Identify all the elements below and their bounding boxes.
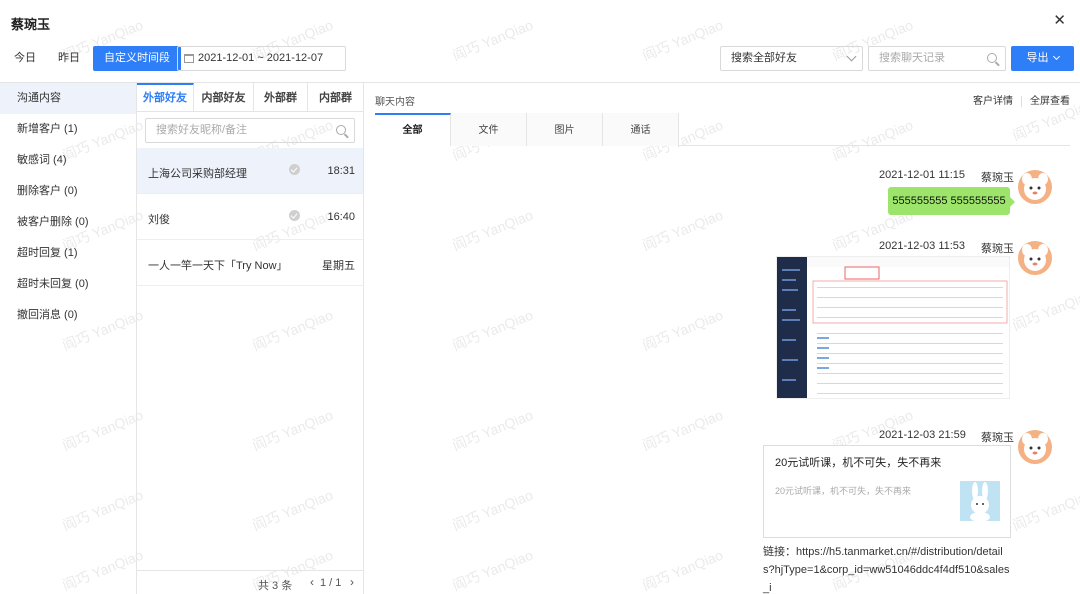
message-bubble: 555555555 555555555 [888,187,1015,215]
contact-time: 16:40 [327,211,355,223]
tab-external-friends[interactable]: 外部好友 [137,83,194,112]
date-range-picker[interactable]: 2021-12-01 ~ 2021-12-07 [177,46,346,71]
menu-item-deleted-customers[interactable]: 删除客户 (0) [0,176,136,207]
check-circle-icon [289,210,300,221]
card-description: 20元试听课，机不可失，失不再来 [775,486,912,496]
next-page-icon[interactable]: › [350,575,354,589]
separator [1021,95,1022,107]
contact-time: 星期五 [322,260,355,272]
date-range-value: 2021-12-01 ~ 2021-12-07 [198,52,324,64]
menu-item-sensitive-words[interactable]: 敏感词 (4) [0,145,136,176]
search-icon [987,53,997,63]
contact-name: 一人一竿一天下「Try Now」 [148,260,288,272]
menu-item-recalled-messages[interactable]: 撤回消息 (0) [0,300,136,331]
friend-search-placeholder: 搜索好友昵称/备注 [156,124,248,136]
message-time: 2021-12-01 11:15 [879,169,966,181]
menu-item-communication[interactable]: 沟通内容 [0,83,136,114]
menu-item-timeout-reply[interactable]: 超时回复 (1) [0,238,136,269]
link-card[interactable]: 20元试听课，机不可失，失不再来 20元试听课，机不可失，失不再来 [763,445,1011,538]
message-sender: 蔡琬玉 [981,432,1014,444]
calendar-icon [184,54,194,63]
contact-panel: 外部好友 内部好友 外部群 内部群 搜索好友昵称/备注 上海公司采购部经理 18… [137,83,364,594]
friend-select-value: 搜索全部好友 [731,52,797,64]
friend-select[interactable]: 搜索全部好友 [720,46,863,71]
tab-calls[interactable]: 通话 [603,113,679,146]
chat-actions: 客户详情 全屏查看 [973,92,1070,107]
customer-detail-link[interactable]: 客户详情 [973,96,1013,107]
chat-search-placeholder: 搜索聊天记录 [879,52,945,64]
menu-item-new-customers[interactable]: 新增客户 (1) [0,114,136,145]
message-sender: 蔡琬玉 [981,172,1014,184]
left-menu: 沟通内容 新增客户 (1) 敏感词 (4) 删除客户 (0) 被客户删除 (0)… [0,83,137,594]
contact-name: 上海公司采购部经理 [148,168,247,180]
friend-search-input[interactable]: 搜索好友昵称/备注 [145,118,355,143]
tab-internal-friends[interactable]: 内部好友 [194,83,254,112]
chat-search-input[interactable]: 搜索聊天记录 [868,46,1006,71]
menu-item-timeout-no-reply[interactable]: 超时未回复 (0) [0,269,136,300]
search-icon [336,125,346,135]
message-time: 2021-12-03 21:59 [879,429,966,441]
contact-item[interactable]: 上海公司采购部经理 18:31 [137,148,363,194]
page-indicator: 1 / 1 [320,577,342,589]
chevron-down-icon [1052,52,1060,61]
prev-page-icon[interactable]: ‹ [310,575,314,589]
export-button[interactable]: 导出 [1011,46,1074,71]
close-icon[interactable]: ✕ [1053,11,1066,29]
avatar [1018,241,1052,275]
tab-internal-groups[interactable]: 内部群 [308,83,363,112]
chevron-down-icon [846,51,857,62]
contact-item[interactable]: 刘俊 16:40 [137,194,363,240]
tab-files[interactable]: 文件 [451,113,527,146]
chat-panel: 聊天内容 客户详情 全屏查看 全部 文件 图片 通话 2021-12-01 11:… [364,83,1080,594]
tab-all[interactable]: 全部 [375,113,451,146]
tab-images[interactable]: 图片 [527,113,603,146]
contact-item[interactable]: 一人一竿一天下「Try Now」 星期五 [137,240,363,286]
today-button[interactable]: 今日 [14,46,36,71]
fullscreen-link[interactable]: 全屏查看 [1030,96,1070,107]
avatar [1018,170,1052,204]
yesterday-button[interactable]: 昨日 [58,46,80,71]
custom-range-button[interactable]: 自定义时间段 [93,46,181,71]
tab-external-groups[interactable]: 外部群 [254,83,308,112]
chat-tabs: 全部 文件 图片 通话 [375,113,1070,146]
total-count: 共 3 条 [258,580,293,592]
page-title: 蔡琬玉 [11,17,51,32]
check-circle-icon [289,164,300,175]
chat-title: 聊天内容 [375,97,415,108]
export-label: 导出 [1026,52,1049,64]
message-time: 2021-12-03 11:53 [879,240,966,252]
pagination: 共 3 条 ‹ 1 / 1 › [137,570,363,594]
menu-item-deleted-by-customer[interactable]: 被客户删除 (0) [0,207,136,238]
contact-time: 18:31 [327,165,355,177]
card-title: 20元试听课，机不可失，失不再来 [775,457,942,469]
message-link[interactable]: 链接：https://h5.tanmarket.cn/#/distributio… [763,543,1013,594]
image-message[interactable] [776,256,1010,399]
contact-name: 刘俊 [148,214,170,226]
message-sender: 蔡琬玉 [981,243,1014,255]
contact-tabs: 外部好友 内部好友 外部群 内部群 [137,83,363,112]
avatar [1018,430,1052,464]
rabbit-thumbnail [960,481,1000,522]
toolbar: 今日 昨日 自定义时间段 2021-12-01 ~ 2021-12-07 搜索全… [0,46,1080,72]
